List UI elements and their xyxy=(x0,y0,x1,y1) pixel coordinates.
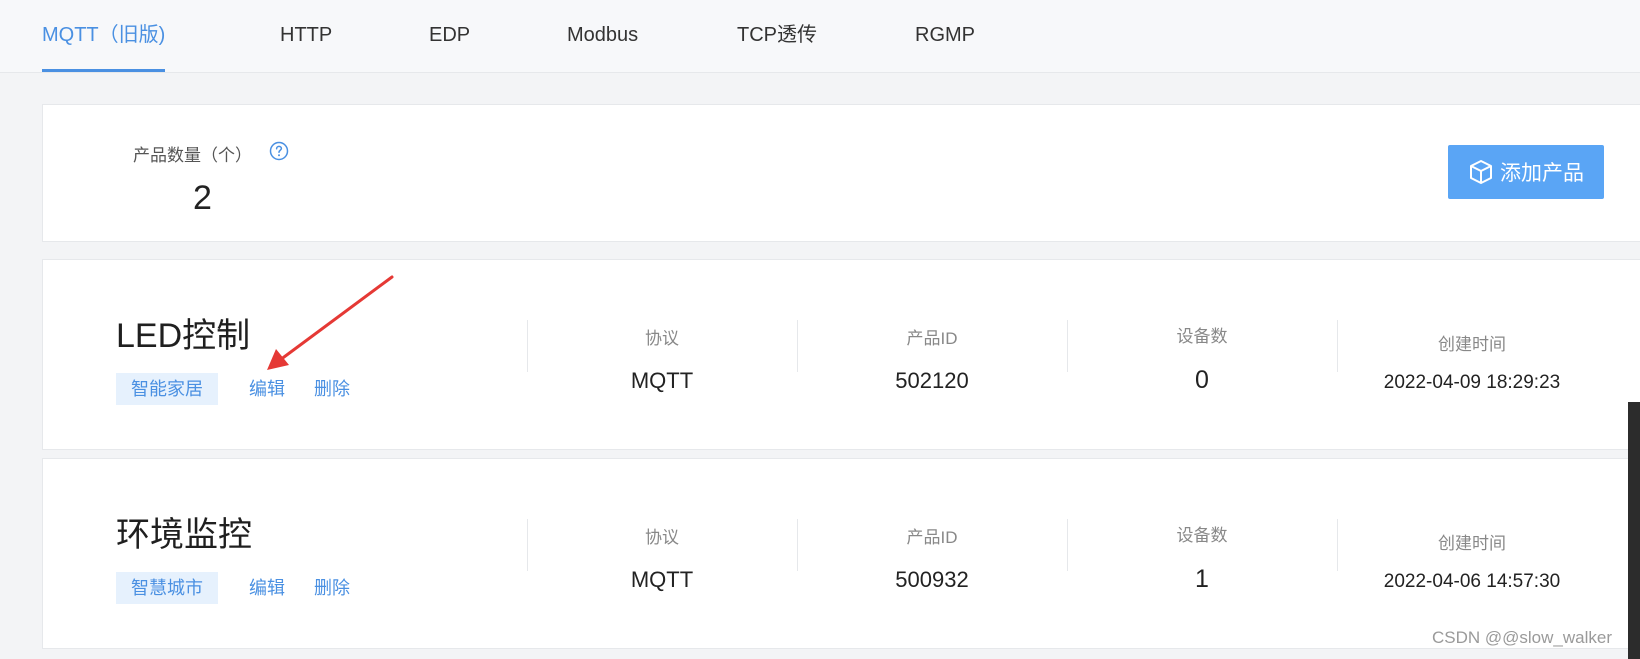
cube-icon xyxy=(1470,160,1492,184)
add-product-button[interactable]: 添加产品 xyxy=(1448,145,1604,199)
tab-rgmp[interactable]: RGMP xyxy=(915,0,975,72)
product-count-label: 产品数量（个） xyxy=(133,146,252,165)
add-product-label: 添加产品 xyxy=(1500,162,1584,185)
protocol-tabs: MQTT（旧版) HTTP EDP Modbus TCP透传 RGMP xyxy=(0,0,1640,73)
created-time-value: 2022-04-06 14:57:30 xyxy=(1383,571,1561,592)
protocol-value: MQTT xyxy=(630,567,694,592)
device-count-value: 0 xyxy=(1195,366,1209,394)
tab-tcp[interactable]: TCP透传 xyxy=(737,0,817,72)
tab-mqtt[interactable]: MQTT（旧版) xyxy=(42,0,166,72)
created-time-value: 2022-04-09 18:29:23 xyxy=(1383,372,1561,393)
product-category-tag: 智慧城市 xyxy=(116,572,218,604)
protocol-column: 协议 MQTT xyxy=(527,320,797,428)
product-id-column: 产品ID 500932 xyxy=(797,519,1067,627)
question-circle-icon[interactable] xyxy=(269,141,289,161)
protocol-column: 协议 MQTT xyxy=(527,519,797,627)
edit-link[interactable]: 编辑 xyxy=(249,373,285,405)
product-id-label: 产品ID xyxy=(906,528,958,547)
device-count-column: 设备数 0 xyxy=(1067,320,1337,428)
scrollbar[interactable] xyxy=(1628,402,1640,659)
created-time-column: 创建时间 2022-04-06 14:57:30 xyxy=(1337,519,1607,627)
product-id-label: 产品ID xyxy=(906,329,958,348)
delete-link[interactable]: 删除 xyxy=(314,373,350,405)
device-count-column: 设备数 1 xyxy=(1067,519,1337,627)
summary-panel: 产品数量（个） 2 添加产品 xyxy=(42,104,1640,242)
tab-modbus[interactable]: Modbus xyxy=(567,0,638,72)
created-time-column: 创建时间 2022-04-09 18:29:23 xyxy=(1337,320,1607,428)
product-category-tag: 智能家居 xyxy=(116,373,218,405)
created-time-label: 创建时间 xyxy=(1438,534,1506,553)
product-id-column: 产品ID 502120 xyxy=(797,320,1067,428)
edit-link[interactable]: 编辑 xyxy=(249,572,285,604)
product-id-value: 502120 xyxy=(895,368,969,393)
protocol-label: 协议 xyxy=(645,528,679,547)
product-card: LED控制 智能家居 编辑 删除 协议 MQTT 产品ID 502120 设备数… xyxy=(42,259,1640,450)
watermark: CSDN @@slow_walker xyxy=(1432,628,1612,647)
delete-link[interactable]: 删除 xyxy=(314,572,350,604)
tab-edp[interactable]: EDP xyxy=(429,0,470,72)
product-name: LED控制 xyxy=(116,317,251,355)
product-id-value: 500932 xyxy=(895,567,969,592)
tab-http[interactable]: HTTP xyxy=(280,0,332,72)
device-count-value: 1 xyxy=(1195,565,1209,593)
device-count-label: 设备数 xyxy=(1176,327,1228,346)
device-count-label: 设备数 xyxy=(1176,526,1228,545)
protocol-label: 协议 xyxy=(645,329,679,348)
protocol-value: MQTT xyxy=(630,368,694,393)
product-card: 环境监控 智慧城市 编辑 删除 协议 MQTT 产品ID 500932 设备数 … xyxy=(42,458,1640,649)
created-time-label: 创建时间 xyxy=(1438,335,1506,354)
product-count: 2 xyxy=(193,179,212,217)
product-name: 环境监控 xyxy=(116,516,252,554)
